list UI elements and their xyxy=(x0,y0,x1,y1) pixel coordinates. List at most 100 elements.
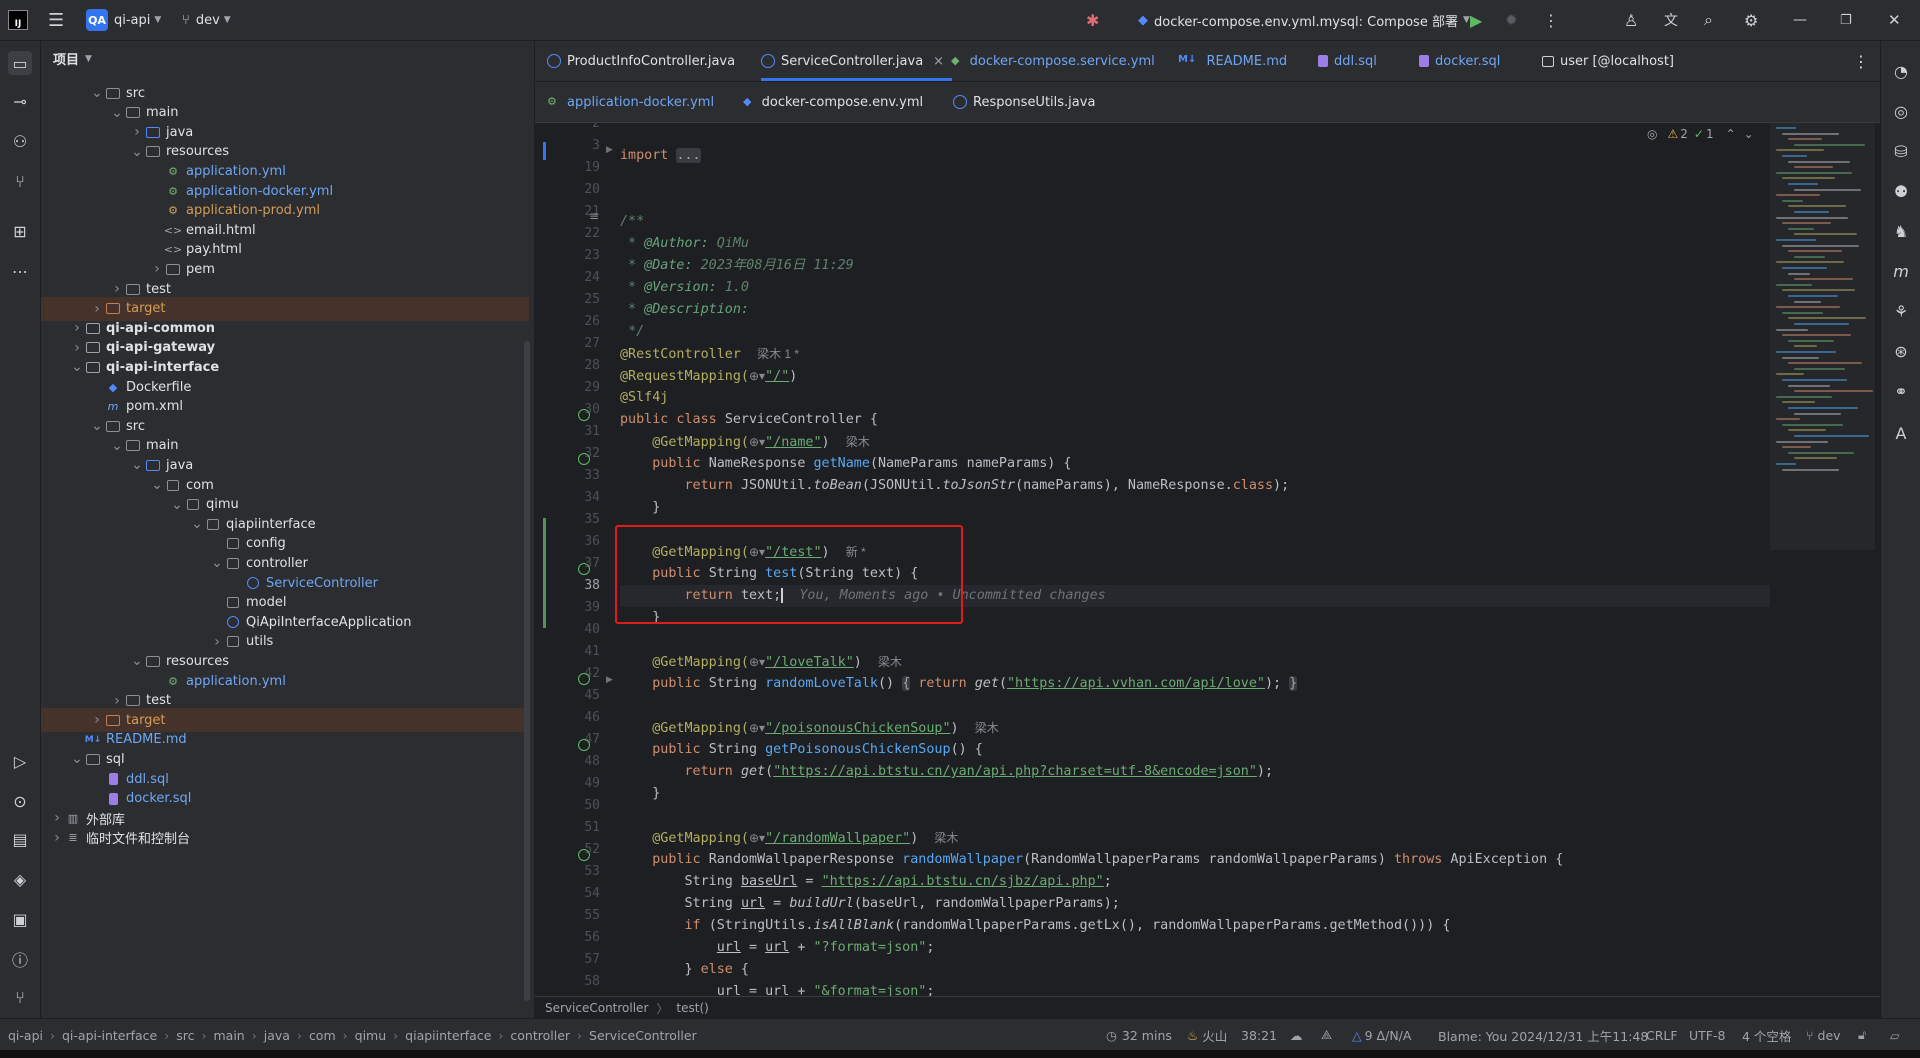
copilot-icon[interactable]: ⚉ xyxy=(1889,179,1913,203)
prev-highlight-icon[interactable]: ⌃ xyxy=(1726,127,1736,141)
debug-icon[interactable]: ✹ xyxy=(1505,8,1518,32)
project-panel-header[interactable]: 项目 ▼ xyxy=(53,49,92,68)
chevron-right-icon[interactable]: › xyxy=(69,320,85,336)
chevron-down-icon[interactable]: ⌄ xyxy=(189,516,205,532)
chevron-down-icon[interactable]: ⌄ xyxy=(129,653,145,669)
branch-switcher[interactable]: ⑂ dev ▼ xyxy=(182,8,231,32)
chevron-right-icon[interactable]: › xyxy=(129,124,145,140)
tab-application-docker-yml[interactable]: ⚙ application-docker.yml xyxy=(547,82,714,122)
path-segment[interactable]: ServiceController xyxy=(589,1028,697,1043)
database-icon[interactable]: ⛁ xyxy=(1889,139,1913,163)
more-tools-icon[interactable]: ⋯ xyxy=(8,259,32,283)
structure-icon[interactable]: ⊞ xyxy=(8,219,32,243)
git-icon[interactable]: ⑂ xyxy=(8,985,32,1009)
chevron-down-icon[interactable]: ⌄ xyxy=(69,751,85,767)
close-window-button[interactable]: ✕ xyxy=(1888,8,1901,32)
caret-position[interactable]: 38:21 xyxy=(1241,1019,1277,1051)
indent-setting[interactable]: 4 个空格 xyxy=(1742,1019,1791,1051)
endpoint-gutter-icon[interactable] xyxy=(578,739,590,751)
chevron-down-icon[interactable]: ⌄ xyxy=(129,457,145,473)
translation-icon[interactable]: A xyxy=(1889,421,1913,445)
chevron-down-icon[interactable]: ⌄ xyxy=(149,477,165,493)
project-folder-icon[interactable]: ▭ xyxy=(8,51,32,75)
changes-widget[interactable]: △ 9 Δ/N/A xyxy=(1352,1019,1411,1051)
cloud-icon[interactable]: ☁ xyxy=(1290,1019,1303,1051)
path-segment[interactable]: qi-api-interface xyxy=(62,1028,157,1043)
path-segment[interactable]: controller xyxy=(510,1028,570,1043)
tab-readme[interactable]: M↓ README.md xyxy=(1178,41,1287,81)
fold-arrow-icon[interactable]: ▶ xyxy=(606,145,613,155)
tab-docker-sql[interactable]: docker.sql xyxy=(1419,41,1500,81)
tab-servicecontroller[interactable]: ServiceController.java × xyxy=(761,41,953,81)
debug-tool-icon[interactable]: ⊙ xyxy=(8,789,32,813)
todo-icon[interactable]: ▤ xyxy=(8,827,32,851)
app-logo-icon[interactable]: IJ xyxy=(8,8,28,32)
gradle-icon[interactable]: ♞ xyxy=(1889,219,1913,243)
chevron-right-icon[interactable]: › xyxy=(109,693,125,709)
path-segment[interactable]: qimu xyxy=(355,1028,387,1043)
status-branch[interactable]: ⑂ dev xyxy=(1806,1019,1841,1051)
tab-docker-compose-env[interactable]: ◆ docker-compose.env.yml xyxy=(743,82,923,122)
vcs-icon[interactable]: ⟁ xyxy=(1321,1019,1332,1051)
restore-button[interactable]: ❐ xyxy=(1840,8,1852,32)
run-icon[interactable]: ▶ xyxy=(1470,8,1482,32)
chevron-down-icon[interactable]: ⌄ xyxy=(89,85,105,101)
layers-icon[interactable]: ◈ xyxy=(8,867,32,891)
lock-icon[interactable]: 🔓︎ xyxy=(1858,1019,1866,1051)
chevron-right-icon[interactable]: › xyxy=(89,301,105,317)
chevron-down-icon[interactable]: ⌄ xyxy=(169,497,185,513)
terminal-icon[interactable]: ▣ xyxy=(8,907,32,931)
tree-scrollbar[interactable] xyxy=(524,341,530,1001)
add-user-icon[interactable]: ♙ xyxy=(1624,8,1638,32)
chevron-right-icon[interactable]: › xyxy=(69,340,85,356)
tree-item[interactable]: › ≣ 临时文件和控制台 xyxy=(41,826,529,850)
path-segment[interactable]: qi-api xyxy=(8,1028,43,1043)
chevron-right-icon[interactable]: › xyxy=(109,281,125,297)
translate-icon[interactable]: 文 xyxy=(1664,8,1678,32)
blame-info[interactable]: Blame: You 2024/12/31 上午11:48 xyxy=(1438,1019,1648,1051)
inspection-widget[interactable]: ◎ ⚠ 2 ✓ 1 ⌃ ⌄ xyxy=(1647,123,1754,145)
ai-assistant-icon[interactable]: ◎ xyxy=(1889,99,1913,123)
breadcrumb-class[interactable]: ServiceController xyxy=(545,1001,648,1015)
tab-user-localhost[interactable]: user [@localhost] xyxy=(1542,41,1674,81)
chevron-right-icon[interactable]: › xyxy=(209,634,225,650)
next-highlight-icon[interactable]: ⌄ xyxy=(1744,127,1754,141)
chevron-down-icon[interactable]: ⌄ xyxy=(109,105,125,121)
minimap[interactable] xyxy=(1770,123,1880,996)
file-encoding[interactable]: UTF-8 xyxy=(1689,1019,1725,1051)
notifications-icon[interactable]: ◔ xyxy=(1889,59,1913,83)
chevron-right-icon[interactable]: › xyxy=(89,712,105,728)
vcs-change-marker[interactable] xyxy=(543,142,546,160)
path-segment[interactable]: qiapiinterface xyxy=(405,1028,491,1043)
tab-docker-compose-service[interactable]: ◆ docker-compose.service.yml xyxy=(951,41,1155,81)
line-separator[interactable]: CRLF xyxy=(1646,1019,1678,1051)
endpoint-gutter-icon[interactable] xyxy=(578,849,590,861)
search-icon[interactable]: ⌕ xyxy=(1704,8,1713,32)
minimize-button[interactable]: — xyxy=(1793,8,1807,32)
fold-arrow-icon[interactable]: ▶ xyxy=(606,675,613,685)
path-segment[interactable]: src xyxy=(176,1028,194,1043)
project-switcher[interactable]: QA qi-api ▼ xyxy=(86,8,161,32)
chevron-right-icon[interactable]: › xyxy=(49,830,65,846)
ai-engine-widget[interactable]: ♨ 火山 xyxy=(1187,1019,1227,1051)
path-segment[interactable]: main xyxy=(214,1028,245,1043)
chevron-right-icon[interactable]: › xyxy=(49,810,65,826)
python-icon[interactable]: ⚘ xyxy=(1889,299,1913,323)
endpoint-gutter-icon[interactable] xyxy=(578,409,590,421)
breadcrumb-method[interactable]: test() xyxy=(676,1001,708,1015)
path-segment[interactable]: com xyxy=(309,1028,336,1043)
maven-icon[interactable]: m xyxy=(1889,259,1913,283)
close-tab-icon[interactable]: × xyxy=(933,54,944,69)
eye-off-icon[interactable]: ◎ xyxy=(1647,127,1657,141)
tab-productinfocontroller[interactable]: ProductInfoController.java xyxy=(547,41,735,81)
path-segment[interactable]: java xyxy=(264,1028,290,1043)
time-tracker[interactable]: ◷ 32 mins xyxy=(1106,1019,1172,1051)
more-actions-icon[interactable]: ⋮ xyxy=(1543,8,1559,32)
endpoints-icon[interactable]: ⊛ xyxy=(1889,339,1913,363)
chevron-down-icon[interactable]: ⌄ xyxy=(69,359,85,375)
debug-bug-icon[interactable]: ✱ xyxy=(1086,8,1099,32)
run-tool-icon[interactable]: ▷ xyxy=(8,749,32,773)
run-config-selector[interactable]: ◆ docker-compose.env.yml.mysql: Compose … xyxy=(1138,8,1470,32)
endpoint-gutter-icon[interactable] xyxy=(578,453,590,465)
tab-responseutils[interactable]: ResponseUtils.java xyxy=(953,82,1095,122)
